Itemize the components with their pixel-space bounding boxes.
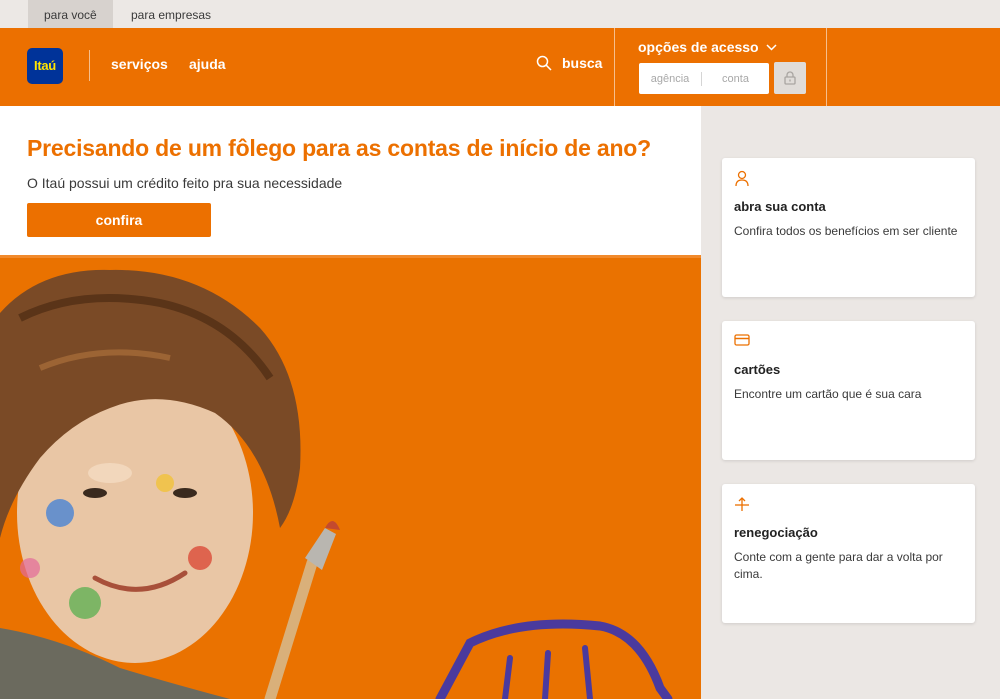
card-title: cartões: [734, 362, 781, 377]
card-renegociacao[interactable]: renegociação Conte com a gente para dar …: [722, 484, 975, 623]
promo-subtitle: O Itaú possui um crédito feito pra sua n…: [27, 175, 343, 191]
nav-ajuda[interactable]: ajuda: [189, 56, 226, 72]
promo-banner: Precisando de um fôlego para as contas d…: [0, 106, 701, 255]
login-lock-button[interactable]: [774, 62, 806, 94]
card-cartoes[interactable]: cartões Encontre um cartão que é sua car…: [722, 321, 975, 460]
access-options-toggle[interactable]: opções de acesso: [638, 39, 777, 55]
lock-icon: [784, 71, 796, 85]
search-icon: [536, 55, 552, 71]
account-input[interactable]: conta: [702, 72, 769, 86]
segment-tab-para-voce[interactable]: para você: [28, 0, 113, 28]
chevron-down-icon: [766, 43, 777, 51]
promo-title: Precisando de um fôlego para as contas d…: [27, 135, 652, 161]
itau-logo[interactable]: Itaú: [27, 48, 63, 84]
hero-image: [0, 258, 701, 699]
main-header: Itaú serviços ajuda busca opções de aces…: [0, 28, 1000, 106]
card-description: Encontre um cartão que é sua cara: [734, 387, 922, 401]
header-divider: [826, 28, 827, 106]
confira-button[interactable]: confira: [27, 203, 211, 237]
search-label: busca: [562, 55, 603, 71]
card-description: Conte com a gente para dar a volta por c…: [734, 550, 943, 581]
person-icon: [735, 170, 749, 187]
card-description: Confira todos os benefícios em ser clien…: [734, 224, 958, 238]
search-button[interactable]: busca: [536, 55, 602, 71]
segment-tab-para-empresas[interactable]: para empresas: [115, 0, 227, 28]
segment-bar: para você para empresas: [0, 0, 1000, 28]
header-divider: [614, 28, 615, 106]
card-title: abra sua conta: [734, 199, 826, 214]
access-login-field[interactable]: agência conta: [639, 63, 769, 94]
header-divider: [89, 50, 90, 81]
agency-input[interactable]: agência: [639, 71, 702, 86]
credit-card-icon: [734, 334, 750, 346]
access-options-label: opções de acesso: [638, 39, 759, 55]
hero-illustration: [0, 258, 701, 699]
card-title: renegociação: [734, 525, 818, 540]
renegotiation-icon: [735, 497, 749, 511]
nav-servicos[interactable]: serviços: [111, 56, 168, 72]
card-abra-sua-conta[interactable]: abra sua conta Confira todos os benefíci…: [722, 158, 975, 297]
